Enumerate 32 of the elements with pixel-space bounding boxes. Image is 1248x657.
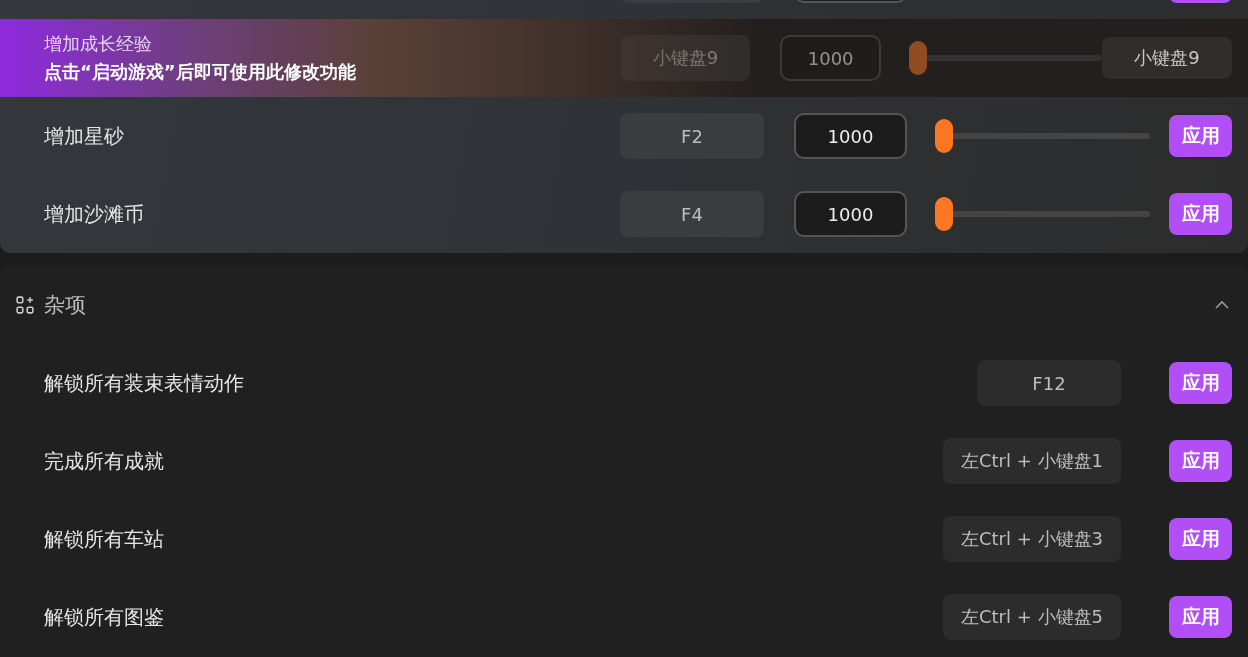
- slider[interactable]: [935, 197, 1150, 231]
- value-field[interactable]: 1000: [779, 35, 882, 81]
- slider-thumb[interactable]: [935, 119, 953, 153]
- hotkey-box[interactable]: 左Ctrl + 小键盘3: [943, 516, 1121, 562]
- hotkey-box[interactable]: 左Ctrl + 小键盘5: [943, 594, 1121, 640]
- apply-button[interactable]: 应用: [1169, 362, 1232, 404]
- option-label: 增加星砂: [44, 122, 125, 150]
- option-label: 完成所有成就: [44, 447, 165, 475]
- apply-button[interactable]: 应用: [1169, 596, 1232, 638]
- value-field[interactable]: 1000: [794, 191, 907, 237]
- apply-button[interactable]: 应用: [1169, 518, 1232, 560]
- value-field[interactable]: 1000: [794, 113, 907, 159]
- hotkey-box[interactable]: F2: [620, 113, 764, 159]
- hotkey-box[interactable]: F4: [620, 191, 764, 237]
- option-label: 增加沙滩币: [44, 200, 145, 228]
- option-label: 解锁所有图鉴: [44, 603, 165, 631]
- hotkey-button[interactable]: 小键盘9: [1101, 37, 1232, 79]
- hotkey-box[interactable]: F12: [977, 360, 1121, 406]
- hotkey-box[interactable]: 左Ctrl + 小键盘1: [943, 438, 1121, 484]
- option-label: 解锁所有装束表情动作: [44, 369, 245, 397]
- tooltip-title: 增加成长经验: [44, 32, 153, 56]
- slider-thumb[interactable]: [935, 197, 953, 231]
- slider[interactable]: [935, 119, 1150, 153]
- option-label: 解锁所有车站: [44, 525, 165, 553]
- slider-thumb[interactable]: [909, 41, 928, 75]
- tooltip-text: 点击“启动游戏”后即可使用此修改功能: [44, 60, 357, 84]
- apply-button[interactable]: 应用: [1169, 440, 1232, 482]
- apps-icon: [16, 296, 34, 314]
- section-title: 杂项: [44, 292, 87, 319]
- apply-button[interactable]: 应用: [1169, 115, 1232, 157]
- slider[interactable]: [909, 41, 1102, 75]
- apply-button[interactable]: 应用: [1169, 193, 1232, 235]
